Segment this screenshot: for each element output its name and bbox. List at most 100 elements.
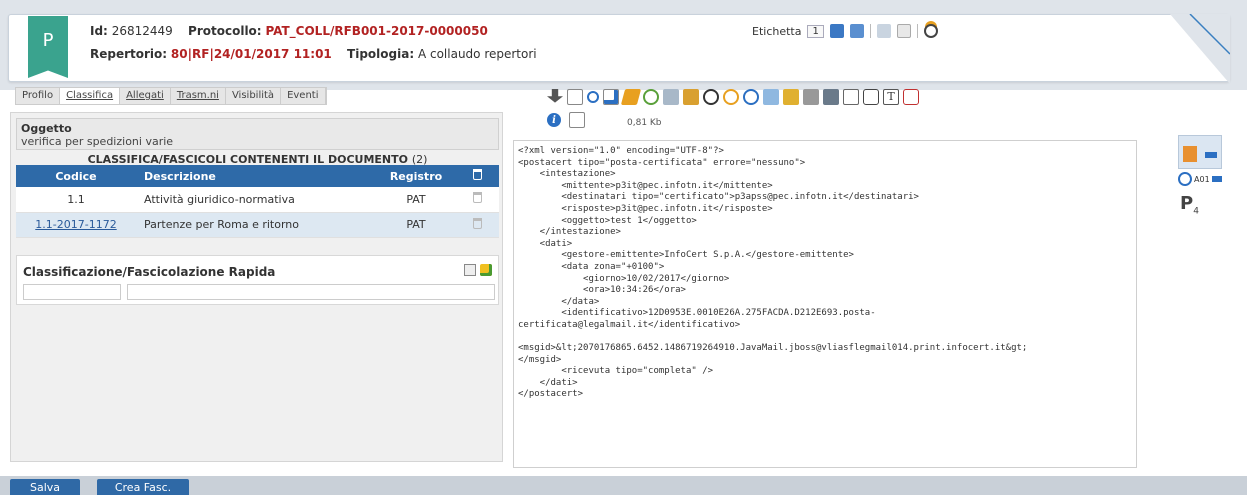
column-header-codice[interactable]: Codice [16,165,136,187]
timer-icon[interactable] [923,24,938,38]
header-line-id: Id: 26812449 Protocollo: PAT_COLL/RFB001… [90,24,488,38]
document-print-icon [1205,152,1217,158]
row-registro: PAT [376,187,456,213]
zoom-document-icon[interactable] [603,89,619,105]
form-icon[interactable] [896,24,911,38]
tipologia-value: A collaudo repertori [417,47,537,61]
create-folder-button[interactable]: Crea Fasc. [97,479,189,495]
divider [916,24,918,38]
xml-line: <intestazione> [518,169,616,180]
xml-line: <giorno>10/02/2017</giorno> [518,273,730,284]
attachment-label: A01 [1194,174,1210,184]
rapid-description-input[interactable] [127,284,495,300]
rapid-classification-title: Classificazione/Fascicolazione Rapida [23,265,276,279]
rapid-code-input[interactable] [23,284,121,300]
document-type-badge: P [28,16,68,78]
xml-line: <risposte>p3it@pec.infotn.it</risposte> [518,203,773,214]
stamp-icon[interactable] [663,89,679,105]
save-button[interactable]: Salva [10,479,80,495]
etichetta-count[interactable]: 1 [807,24,824,38]
tab-classifica[interactable]: Classifica [60,88,121,104]
tab-allegati[interactable]: Allegati [120,88,171,104]
protocollo-label: Protocollo: [188,24,262,38]
paperclip-icon [1175,169,1195,189]
pdf-icon[interactable] [903,89,919,105]
oggetto-text: verifica per spedizioni varie [21,135,174,148]
row-codice-link[interactable]: 1.1-2017-1172 [16,212,136,238]
xml-line: <oggetto>test 1</oggetto> [518,215,697,226]
document-toolbar: T [547,89,919,105]
text-icon[interactable]: T [883,89,899,105]
rapid-icons [464,264,492,276]
archive-icon[interactable] [683,89,699,105]
print-barcode-icon[interactable] [849,24,864,38]
column-header-delete [456,165,499,187]
xml-line: certificata@legalmail.it</identificativo… [518,319,741,330]
document-toolbar-secondary: i [547,112,585,128]
protocol-flag-entry[interactable]: P4 [1180,193,1199,217]
row-descrizione: Partenze per Roma e ritorno [136,212,376,238]
xml-line: <postacert tipo="posta-certificata" erro… [518,157,806,168]
label-list-icon[interactable] [876,24,891,38]
column-header-descrizione[interactable]: Descrizione [136,165,376,187]
column-header-registro[interactable]: Registro [376,165,456,187]
clock-icon[interactable] [703,89,719,105]
header-corner-decoration [1170,14,1230,84]
ring-blue-icon[interactable] [743,89,759,105]
search-icon[interactable] [587,91,599,103]
trash-icon[interactable] [473,192,482,204]
xml-line: </data> [518,296,600,307]
ring-icon[interactable] [723,89,739,105]
row-registro: PAT [376,212,456,238]
tab-visibilita[interactable]: Visibilità [226,88,282,104]
tree-icon[interactable] [464,264,476,276]
file-details-icon[interactable] [569,112,585,128]
protocol-count: 4 [1193,206,1199,217]
oggetto-title: Oggetto [21,122,72,135]
xml-line: <destinatari tipo="certificato">p3apss@p… [518,192,919,203]
folder-search-icon[interactable] [480,264,492,276]
check-icon[interactable] [643,89,659,105]
divider [869,24,871,38]
document-blue-icon[interactable] [763,89,779,105]
etichetta-group: Etichetta 1 [752,24,938,38]
tab-eventi[interactable]: Eventi [281,88,326,104]
row-codice: 1.1 [16,187,136,213]
xml-line: <msgid>&lt;2070176865.6452.1486719264910… [518,343,1028,354]
protocol-flag-icon: P [1180,193,1194,214]
info-icon[interactable]: i [547,113,561,127]
id-value: 26812449 [111,24,173,38]
xml-line: <data zona="+0100"> [518,261,665,272]
table-row[interactable]: 1.1 Attività giuridico-normativa PAT [16,187,499,213]
trash-icon [473,169,482,180]
trash-icon[interactable] [473,217,482,229]
tab-profilo[interactable]: Profilo [16,88,61,104]
bookmark-icon[interactable] [863,89,879,105]
print-icon [1211,176,1222,182]
stack-icon[interactable] [823,89,839,105]
xml-line: <dati> [518,238,573,249]
document-view-icon[interactable] [567,89,583,105]
xml-line: <ora>10:34:26</ora> [518,285,686,296]
edit-icon[interactable] [620,89,642,105]
unlock-icon[interactable] [803,89,819,105]
oggetto-box: Oggetto verifica per spedizioni varie [16,118,499,150]
lock-icon[interactable] [783,89,799,105]
download-icon[interactable] [547,89,563,103]
attachment-entry[interactable]: A01 [1175,169,1224,189]
xml-line: </dati> [518,377,578,388]
xml-line [518,332,1132,344]
xml-viewer[interactable]: <?xml version="1.0" encoding="UTF-8"?> <p… [513,140,1137,468]
print-label-icon[interactable] [829,24,844,38]
document-file-icon [1183,146,1197,162]
table-row[interactable]: 1.1-2017-1172 Partenze per Roma e ritorn… [16,212,499,238]
document-tabs: Profilo Classifica Allegati Trasm.ni Vis… [15,87,327,105]
document-thumbnail[interactable] [1178,135,1222,169]
xml-line: <?xml version="1.0" encoding="UTF-8"?> [518,146,724,156]
xml-line: <ricevuta tipo="completa" /> [518,366,714,377]
tipologia-label: Tipologia: [347,47,415,61]
repertorio-label: Repertorio: [90,47,168,61]
etichetta-label: Etichetta [752,24,802,38]
frame-icon[interactable] [843,89,859,105]
tab-trasmissioni[interactable]: Trasm.ni [171,88,226,104]
